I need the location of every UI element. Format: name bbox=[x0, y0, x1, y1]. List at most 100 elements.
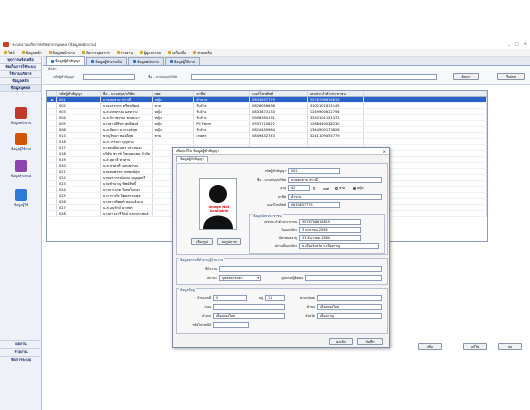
district-field[interactable]: เมืองทองใหม่ bbox=[213, 313, 285, 319]
issue-date-picker[interactable]: 3 มกราคม 2556 bbox=[299, 227, 361, 233]
row-indicator bbox=[47, 181, 57, 186]
search-code-input[interactable] bbox=[83, 74, 135, 80]
dialog-close-icon[interactable]: × bbox=[383, 149, 386, 154]
row-indicator: ► bbox=[47, 97, 57, 102]
menu-tools[interactable]: เครื่องมือ bbox=[168, 50, 186, 56]
clear-photo-button[interactable]: ลบรูปภาพ bbox=[217, 238, 241, 245]
name-field[interactable]: นายสมชาย ปราณี bbox=[288, 177, 382, 183]
sidebar-item-label: ข้อมูลพนักงาน bbox=[10, 121, 32, 125]
street-field[interactable] bbox=[213, 304, 285, 310]
issue-place-field[interactable]: อ.เมืองจังหวัด ร.เมืองกาญ bbox=[299, 243, 379, 249]
table-cell: 3250101151372 bbox=[308, 115, 364, 120]
tab-contractor[interactable]: ข้อมูลผู้ทำสัญญา bbox=[46, 56, 86, 65]
age-field[interactable]: 42 bbox=[288, 185, 310, 191]
search-button[interactable]: ค้นหา bbox=[453, 73, 479, 80]
table-cell: นางกาเนรย วิเศษใจกอร bbox=[101, 187, 153, 192]
age-unit: ปี bbox=[313, 187, 316, 191]
cancel-button[interactable]: ยกเลิก bbox=[329, 338, 353, 345]
sidebar-header-log[interactable]: จัดเก็บการใช้ระบบ bbox=[0, 64, 41, 71]
sidebar-header-admin[interactable]: ใช้งานบริหาร bbox=[0, 71, 41, 78]
spouse-field[interactable] bbox=[305, 275, 382, 281]
tab-employee[interactable]: ข้อมูลพนักงาน bbox=[127, 57, 164, 65]
menu-personnel[interactable]: จัดการบุคลากร bbox=[81, 50, 110, 56]
table-cell: PC Farm bbox=[194, 121, 251, 126]
search-name-input[interactable] bbox=[191, 74, 437, 80]
delete-button[interactable]: ลบ bbox=[498, 343, 522, 350]
expire-date-picker[interactable]: 31 ธันวาคม 2564 bbox=[299, 235, 361, 241]
table-cell: 0908394131 bbox=[250, 115, 308, 120]
table-cell: 005 bbox=[57, 121, 101, 126]
expire-year: 2564 bbox=[321, 236, 330, 240]
sidebar-item-user[interactable]: ข้อมูลผู้ใช้ bbox=[0, 189, 42, 208]
edit-button[interactable]: แก้ไข bbox=[463, 343, 487, 350]
table-cell: หญิง bbox=[153, 109, 195, 114]
select-photo-button[interactable]: เลือกรูป bbox=[191, 238, 213, 245]
column-header[interactable]: รหัสผู้ทำสัญญา bbox=[57, 91, 101, 96]
menu-file[interactable]: ไฟล์ bbox=[4, 50, 15, 56]
search-panel: ค้นหา รหัสผู้ทำสัญญา ชื่อ - นามสกุล/บริษ… bbox=[43, 66, 530, 85]
tab-label: ข้อมูลพนักงาน bbox=[136, 59, 159, 64]
tab-finance[interactable]: ข้อมูลผู้ทำงานเงิน bbox=[86, 57, 127, 65]
table-cell: หญิง bbox=[153, 97, 195, 102]
province-field[interactable]: เมืองกาญ bbox=[317, 313, 382, 319]
code-field[interactable]: 002 bbox=[288, 168, 340, 174]
minimize-icon[interactable]: _ bbox=[508, 41, 510, 46]
column-header[interactable]: ชื่อ - นามสกุล/บริษัท bbox=[101, 91, 153, 96]
column-header bbox=[364, 91, 487, 96]
table-cell: 027 bbox=[57, 205, 101, 210]
sidebar-header-notify[interactable]: ทุกการแจ้งเหลือ bbox=[0, 57, 41, 64]
sidebar-footer-performance[interactable]: ผลงาน bbox=[0, 340, 42, 347]
app-icon bbox=[3, 42, 9, 47]
refresh-button[interactable]: รีเฟรช bbox=[497, 73, 525, 80]
column-header[interactable]: เบอร์โทรศัพท์ bbox=[250, 91, 308, 96]
menu-report[interactable]: รายงาน bbox=[116, 50, 133, 56]
menu-employee[interactable]: ข้อมูลพนักงาน bbox=[48, 50, 75, 56]
menu-master-data[interactable]: ข้อมูลหลัก bbox=[21, 50, 42, 56]
female-radio[interactable]: หญิง bbox=[353, 186, 364, 191]
road-field[interactable] bbox=[317, 295, 382, 301]
sidebar-header-person[interactable]: ข้อมูลบุคคล bbox=[0, 85, 41, 92]
menu-help[interactable]: ช่วยเหลือ bbox=[193, 50, 212, 56]
sidebar-item-position[interactable]: ข้อมูลตำแหน่ง bbox=[0, 160, 42, 179]
age-field-label: อายุ bbox=[280, 186, 286, 190]
phone-field-label: เบอร์โทรศัพท์ bbox=[266, 203, 286, 207]
male-radio[interactable]: ชาย bbox=[335, 186, 345, 191]
table-cell: 019 bbox=[57, 157, 101, 162]
table-cell: 026 bbox=[57, 199, 101, 204]
phone-field[interactable]: 0833637779 bbox=[288, 202, 340, 208]
add-button[interactable]: เพิ่ม bbox=[418, 343, 442, 350]
column-header[interactable]: เพศ bbox=[153, 91, 195, 96]
postcode-field[interactable] bbox=[213, 322, 249, 328]
table-cell: ค้าขาย bbox=[194, 97, 251, 102]
close-icon[interactable]: × bbox=[524, 41, 527, 46]
table-cell: 023 bbox=[57, 181, 101, 186]
row-indicator bbox=[47, 157, 57, 162]
table-cell: รับจ้าง bbox=[194, 109, 251, 114]
maximize-icon[interactable]: □ bbox=[515, 41, 519, 46]
menu-admin[interactable]: ผู้ดูแลระบบ bbox=[139, 50, 161, 56]
menu-label: ช่วยเหลือ bbox=[197, 50, 212, 55]
status-select[interactable]: บุคคลธรรมดา ▾ bbox=[219, 275, 261, 281]
idcard-field[interactable]: 5576708616815 bbox=[299, 219, 361, 225]
table-cell: 0833637779 bbox=[250, 97, 308, 102]
column-header[interactable]: อาชีพ bbox=[194, 91, 251, 96]
table-cell: รับจ้าง bbox=[194, 127, 251, 132]
table-cell bbox=[250, 139, 308, 144]
sidebar-item-contractor[interactable]: ข้อมูลพนักงาน bbox=[0, 107, 42, 126]
subdistrict-field[interactable]: เมืองทองใหม่ bbox=[317, 304, 382, 310]
column-header[interactable]: เลขประจำตัวประชาชน bbox=[308, 91, 364, 96]
contractor-icon bbox=[15, 107, 27, 119]
workplace-field[interactable] bbox=[219, 266, 382, 272]
table-cell: 013 bbox=[57, 133, 101, 138]
sidebar-header-master[interactable]: ข้อมูลหลัก bbox=[0, 78, 41, 85]
dialog-tab-contractor[interactable]: ข้อมูลผู้ทำสัญญา bbox=[176, 156, 208, 162]
job-field[interactable]: ค้าขาย bbox=[288, 194, 382, 200]
save-button[interactable]: บันทึก bbox=[357, 338, 383, 345]
folder-icon bbox=[21, 51, 25, 54]
sidebar-item-users[interactable]: ข้อมูลผู้ใช้งาน bbox=[0, 133, 42, 152]
moo-field[interactable]: 11 bbox=[265, 295, 285, 301]
sidebar-footer-system[interactable]: จัดการระบบ bbox=[0, 356, 42, 363]
tab-user[interactable]: ข้อมูลผู้ใช้งาน bbox=[164, 57, 200, 65]
house-field[interactable]: 5 bbox=[213, 295, 247, 301]
sidebar-footer-report[interactable]: รายงาน bbox=[0, 348, 42, 355]
